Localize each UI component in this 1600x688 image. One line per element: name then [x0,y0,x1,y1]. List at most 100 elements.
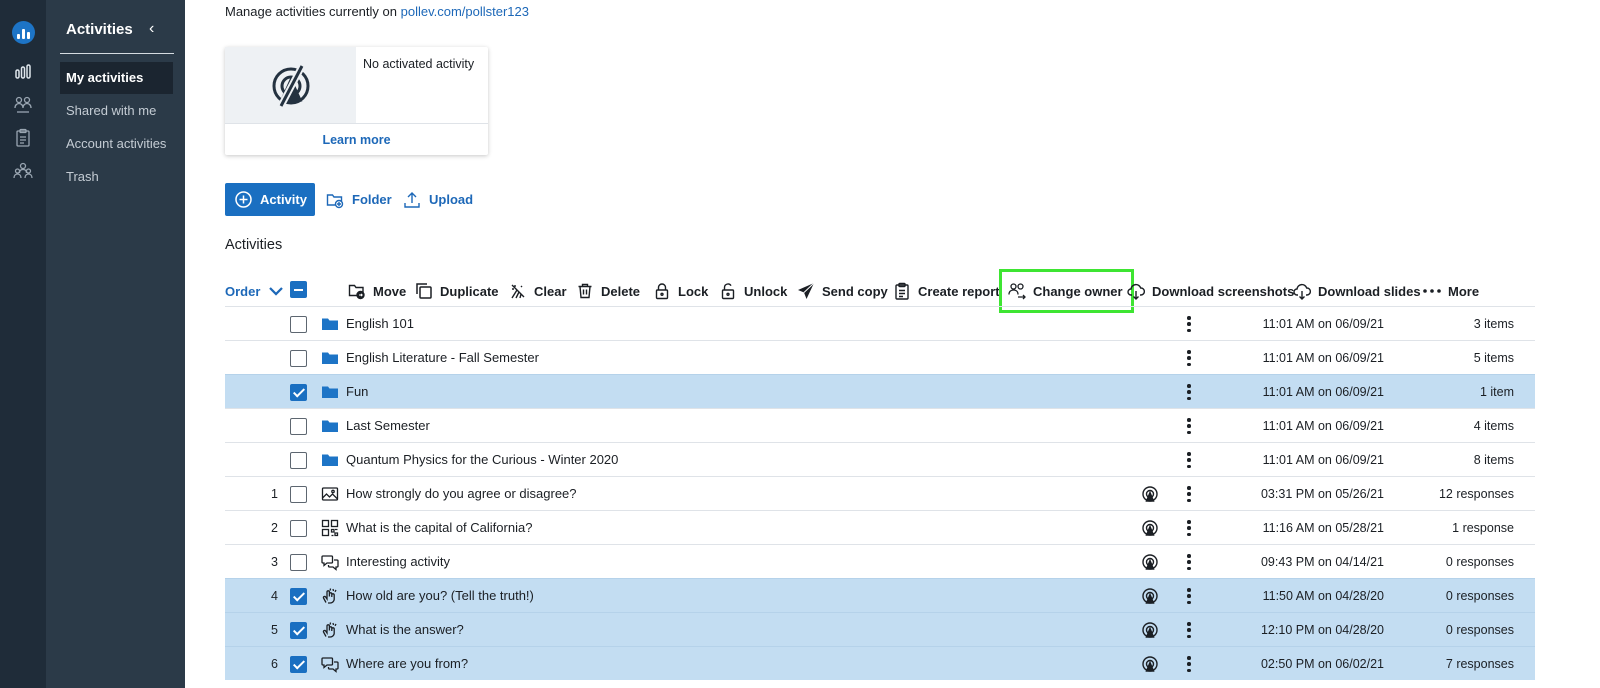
activity-row[interactable]: 5 What is the answer? 12:10 PM on 04/28/20… [225,612,1535,646]
row-checkbox[interactable] [290,418,307,435]
participants-nav-icon[interactable] [13,95,33,115]
new-folder-button[interactable]: Folder [326,183,392,216]
row-checkbox[interactable] [290,554,307,571]
duplicate-label: Duplicate [440,283,499,299]
activity-row[interactable]: 6 Where are you from? 02:50 PM on 06/02/21… [225,646,1535,680]
image-activity-icon [321,485,339,503]
create-report-button[interactable]: Create report [893,276,1000,306]
kebab-menu-icon[interactable] [1184,315,1194,333]
send-copy-button[interactable]: Send copy [797,276,888,306]
delete-button[interactable]: Delete [576,276,640,306]
activate-icon[interactable] [1141,485,1159,503]
folder-row[interactable]: Quantum Physics for the Curious - Winter… [225,442,1535,476]
activity-row[interactable]: 2 What is the capital of California? 11:16… [225,510,1535,544]
kebab-menu-icon[interactable] [1184,349,1194,367]
kebab-menu-icon[interactable] [1184,485,1194,503]
row-checkbox[interactable] [290,656,307,673]
row-name[interactable]: Interesting activity [346,545,450,579]
bulk-action-toolbar: Order Move Duplicate Clear Delete Lock U… [225,269,1545,313]
folder-row[interactable]: English 101 11:01 AM on 06/09/21 3 items [225,306,1535,340]
row-number: 5 [271,623,278,637]
row-name[interactable]: Where are you from? [346,647,468,681]
row-date: 11:01 AM on 06/09/21 [1262,385,1384,399]
sidebar-item-my-activities[interactable]: My activities [60,62,173,94]
pollev-link[interactable]: pollev.com/pollster123 [401,4,529,19]
row-checkbox[interactable] [290,622,307,639]
kebab-menu-icon[interactable] [1184,655,1194,673]
reports-nav-icon[interactable] [13,128,33,148]
learn-more-link[interactable]: Learn more [225,125,488,155]
activity-row[interactable]: 3 Interesting activity 09:43 PM on 04/14/2… [225,544,1535,578]
upload-icon [404,191,420,208]
activity-row[interactable]: 1 How strongly do you agree or disagree? 0… [225,476,1535,510]
row-name[interactable]: Quantum Physics for the Curious - Winter… [346,443,618,477]
clap-activity-icon [321,587,339,605]
row-count: 5 items [1473,351,1514,365]
row-checkbox[interactable] [290,588,307,605]
activate-icon[interactable] [1141,621,1159,639]
row-checkbox[interactable] [290,384,307,401]
lock-icon [655,283,669,300]
more-button[interactable]: More [1423,276,1479,306]
clear-button[interactable]: Clear [509,276,567,306]
row-checkbox[interactable] [290,486,307,503]
activity-row[interactable]: 4 How old are you? (Tell the truth!) 11:50… [225,578,1535,612]
folder-icon [321,383,339,401]
duplicate-button[interactable]: Duplicate [415,276,499,306]
row-checkbox[interactable] [290,350,307,367]
row-name[interactable]: What is the answer? [346,613,464,647]
groups-nav-icon[interactable] [13,161,33,181]
kebab-menu-icon[interactable] [1184,553,1194,571]
row-name[interactable]: English 101 [346,307,414,341]
pollev-logo[interactable] [12,21,35,44]
download-slides-button[interactable]: Download slides [1293,276,1421,306]
folder-icon [321,349,339,367]
row-count: 8 items [1473,453,1514,467]
row-name[interactable]: How old are you? (Tell the truth!) [346,579,534,613]
chat-activity-icon [321,553,339,571]
row-checkbox[interactable] [290,452,307,469]
sidebar: Activities ‹ My activities Shared with m… [46,0,185,688]
sidebar-item-account-activities[interactable]: Account activities [60,128,173,160]
row-name[interactable]: How strongly do you agree or disagree? [346,477,577,511]
folder-row[interactable]: English Literature - Fall Semester 11:01 … [225,340,1535,374]
delete-label: Delete [601,283,641,299]
activation-card: No activated activity Learn more [225,47,488,155]
row-name[interactable]: English Literature - Fall Semester [346,341,539,375]
kebab-menu-icon[interactable] [1184,417,1194,435]
kebab-menu-icon[interactable] [1184,621,1194,639]
new-activity-button[interactable]: Activity [225,183,315,216]
activities-nav-icon[interactable] [13,62,33,82]
kebab-menu-icon[interactable] [1184,451,1194,469]
folder-row[interactable]: Fun 11:01 AM on 06/09/21 1 item [225,374,1535,408]
row-name[interactable]: Fun [346,375,368,409]
download-screenshots-button[interactable]: Download screenshots [1127,276,1294,306]
kebab-menu-icon[interactable] [1184,519,1194,537]
plus-circle-icon [235,191,252,208]
select-all-checkbox[interactable] [290,281,307,298]
sidebar-divider [60,53,174,54]
row-date: 11:16 AM on 05/28/21 [1262,521,1384,535]
lock-button[interactable]: Lock [653,276,708,306]
row-date: 11:01 AM on 06/09/21 [1262,419,1384,433]
activate-icon[interactable] [1141,553,1159,571]
activities-heading: Activities [225,237,283,253]
order-dropdown[interactable]: Order [225,276,285,306]
kebab-menu-icon[interactable] [1184,587,1194,605]
row-name[interactable]: What is the capital of California? [346,511,532,545]
sidebar-item-shared-with-me[interactable]: Shared with me [60,95,173,127]
row-checkbox[interactable] [290,520,307,537]
move-button[interactable]: Move [348,276,406,306]
kebab-menu-icon[interactable] [1184,383,1194,401]
row-checkbox[interactable] [290,316,307,333]
sidebar-item-trash[interactable]: Trash [60,161,173,193]
upload-button[interactable]: Upload [403,183,473,216]
unlock-button[interactable]: Unlock [719,276,787,306]
row-count: 12 responses [1438,487,1514,501]
chevron-left-icon[interactable]: ‹ [149,20,154,38]
activate-icon[interactable] [1141,655,1159,673]
folder-row[interactable]: Last Semester 11:01 AM on 06/09/21 4 items [225,408,1535,442]
row-name[interactable]: Last Semester [346,409,430,443]
activate-icon[interactable] [1141,587,1159,605]
activate-icon[interactable] [1141,519,1159,537]
